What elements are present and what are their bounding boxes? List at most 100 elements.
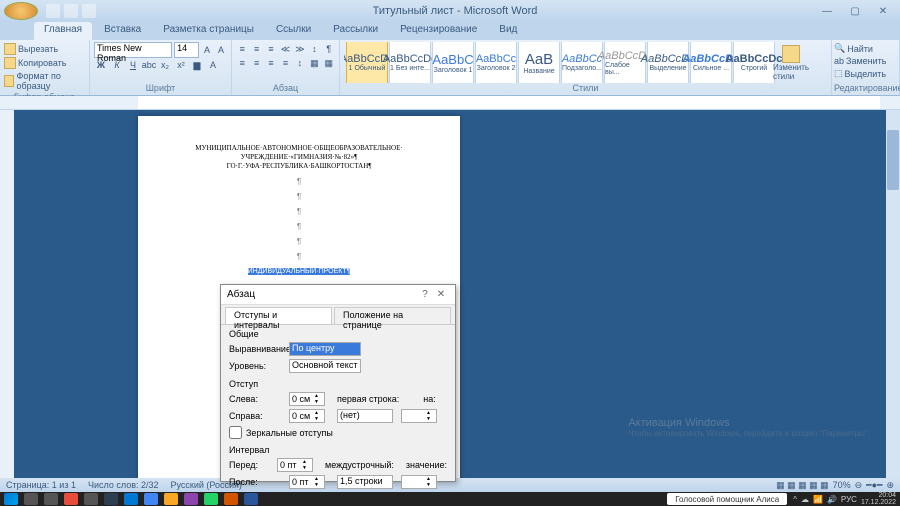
zoom-slider[interactable]: ━●━: [866, 480, 882, 491]
tray-up-icon[interactable]: ^: [793, 495, 797, 504]
horizontal-ruler[interactable]: [0, 96, 900, 110]
taskbar-app-icon[interactable]: [84, 493, 98, 505]
before-spacing-spinner[interactable]: ▲▼: [277, 458, 313, 472]
style-subtle-emphasis[interactable]: AaBbCcDdСлабое вы...: [604, 42, 646, 83]
search-icon[interactable]: [24, 493, 38, 505]
replace-button[interactable]: abЗаменить: [834, 55, 897, 67]
whatsapp-icon[interactable]: [204, 493, 218, 505]
superscript-button[interactable]: x²: [174, 58, 188, 72]
edge-icon[interactable]: [124, 493, 138, 505]
find-button[interactable]: 🔍Найти: [834, 42, 897, 55]
after-spacing-spinner[interactable]: ▲▼: [289, 475, 325, 489]
change-styles-button[interactable]: Изменить стили: [776, 45, 806, 81]
decrease-indent-button[interactable]: ≪: [279, 42, 291, 56]
underline-button[interactable]: Ч: [126, 58, 140, 72]
tab-indents[interactable]: Отступы и интервалы: [225, 307, 332, 324]
tab-view[interactable]: Вид: [489, 22, 527, 40]
tab-references[interactable]: Ссылки: [266, 22, 321, 40]
language-indicator[interactable]: РУС: [841, 495, 857, 504]
style-title[interactable]: AaBНазвание: [518, 42, 560, 83]
style-no-spacing[interactable]: AaBbCcDd1 Без инте...: [389, 42, 431, 83]
multilevel-button[interactable]: ≡: [265, 42, 277, 56]
page-status[interactable]: Страница: 1 из 1: [6, 480, 76, 490]
explorer-icon[interactable]: [164, 493, 178, 505]
dialog-close-button[interactable]: ✕: [433, 289, 449, 300]
undo-icon[interactable]: [64, 4, 78, 18]
zoom-out-button[interactable]: ⊖: [855, 480, 863, 491]
zoom-in-button[interactable]: ⊕: [886, 480, 894, 491]
tab-home[interactable]: Главная: [34, 22, 92, 40]
close-button[interactable]: ✕: [870, 4, 896, 18]
tab-layout[interactable]: Разметка страницы: [153, 22, 264, 40]
grow-font-icon[interactable]: A: [201, 43, 213, 57]
task-view-icon[interactable]: [44, 493, 58, 505]
chrome-icon[interactable]: [144, 493, 158, 505]
numbering-button[interactable]: ≡: [250, 42, 262, 56]
volume-icon[interactable]: 🔊: [827, 495, 837, 504]
maximize-button[interactable]: ▢: [842, 4, 868, 18]
style-heading1[interactable]: AaBbCЗаголовок 1: [432, 42, 474, 83]
cut-button[interactable]: Вырезать: [4, 42, 85, 56]
bold-button[interactable]: Ж: [94, 58, 108, 72]
tab-insert[interactable]: Вставка: [94, 22, 151, 40]
office-button[interactable]: [4, 2, 38, 20]
taskbar-app-icon[interactable]: [104, 493, 118, 505]
align-left-button[interactable]: ≡: [236, 56, 248, 70]
select-button[interactable]: ⬚Выделить: [834, 67, 897, 80]
right-indent-spinner[interactable]: ▲▼: [289, 409, 325, 423]
shading-button[interactable]: ▦: [308, 56, 320, 70]
font-color-button[interactable]: A: [206, 58, 220, 72]
document-viewport[interactable]: МУНИЦИПАЛЬНОЕ·АВТОНОМНОЕ·ОБЩЕОБРАЗОВАТЕЛ…: [14, 110, 900, 478]
vertical-ruler[interactable]: [0, 110, 14, 478]
italic-button[interactable]: К: [110, 58, 124, 72]
increase-indent-button[interactable]: ≫: [294, 42, 306, 56]
word-count[interactable]: Число слов: 2/32: [88, 480, 159, 490]
save-icon[interactable]: [46, 4, 60, 18]
clock[interactable]: 20:04 17.12.2022: [861, 492, 896, 506]
align-right-button[interactable]: ≡: [265, 56, 277, 70]
wifi-icon[interactable]: 📶: [813, 495, 823, 504]
font-selector[interactable]: Times New Roman: [94, 42, 172, 58]
redo-icon[interactable]: [82, 4, 96, 18]
sort-button[interactable]: ↕: [308, 42, 320, 56]
highlight-button[interactable]: ▆: [190, 58, 204, 72]
font-size-selector[interactable]: 14: [174, 42, 199, 58]
style-strong[interactable]: AaBbCcDcСтрогий: [733, 42, 775, 83]
style-heading2[interactable]: AaBbCcЗаголовок 2: [475, 42, 517, 83]
start-button[interactable]: [4, 493, 18, 505]
mirror-indents-checkbox[interactable]: Зеркальные отступы: [229, 426, 447, 439]
minimize-button[interactable]: —: [814, 4, 840, 18]
shrink-font-icon[interactable]: A: [215, 43, 227, 57]
copy-button[interactable]: Копировать: [4, 56, 85, 70]
dialog-titlebar[interactable]: Абзац ? ✕: [221, 285, 455, 305]
dialog-help-button[interactable]: ?: [417, 289, 433, 300]
first-line-select[interactable]: (нет): [337, 409, 393, 423]
alignment-select[interactable]: По центру: [289, 342, 361, 356]
first-line-value-spinner[interactable]: ▲▼: [401, 409, 437, 423]
justify-button[interactable]: ≡: [279, 56, 291, 70]
line-spacing-select[interactable]: 1,5 строки: [337, 475, 393, 489]
taskbar-app-icon[interactable]: [64, 493, 78, 505]
line-spacing-value-spinner[interactable]: ▲▼: [401, 475, 437, 489]
style-subtitle[interactable]: AaBbCcПодзаголо...: [561, 42, 603, 83]
subscript-button[interactable]: x₂: [158, 58, 172, 72]
style-normal[interactable]: AaBbCcDd1 Обычный: [346, 42, 388, 83]
vertical-scrollbar[interactable]: [886, 110, 900, 478]
strike-button[interactable]: abc: [142, 58, 156, 72]
left-indent-spinner[interactable]: ▲▼: [289, 392, 325, 406]
tab-review[interactable]: Рецензирование: [390, 22, 487, 40]
show-marks-button[interactable]: ¶: [323, 42, 335, 56]
onedrive-icon[interactable]: ☁: [801, 495, 809, 504]
alice-assistant[interactable]: Голосовой помощник Алиса: [667, 493, 787, 505]
line-spacing-button[interactable]: ↕: [294, 56, 306, 70]
taskbar-app-icon[interactable]: [184, 493, 198, 505]
tab-mailings[interactable]: Рассылки: [323, 22, 388, 40]
view-buttons[interactable]: ▦ ▦ ▦ ▦ ▦: [776, 480, 829, 491]
align-center-button[interactable]: ≡: [250, 56, 262, 70]
tab-position[interactable]: Положение на странице: [334, 307, 451, 324]
zoom-level[interactable]: 70%: [833, 480, 851, 490]
level-select[interactable]: Основной текст: [289, 359, 361, 373]
scrollbar-thumb[interactable]: [887, 130, 899, 190]
bullets-button[interactable]: ≡: [236, 42, 248, 56]
format-painter-button[interactable]: Формат по образцу: [4, 70, 85, 92]
